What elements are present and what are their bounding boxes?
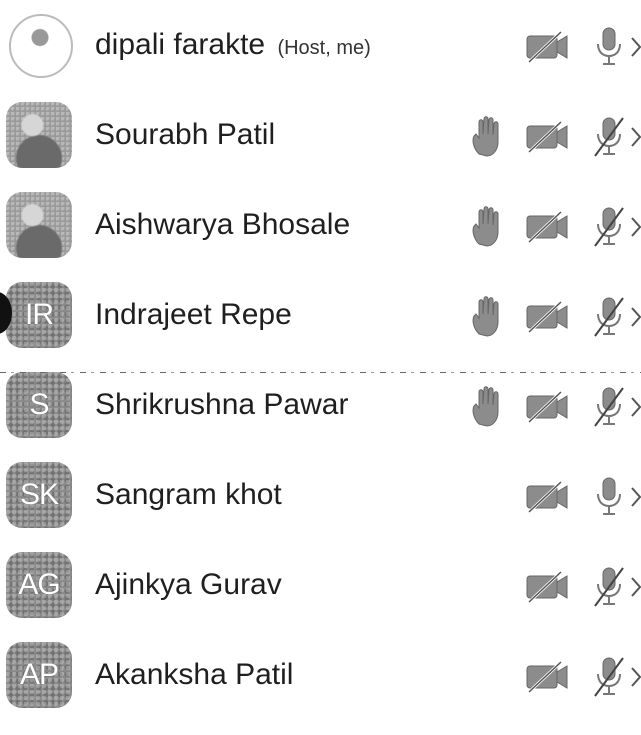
avatar: SK <box>6 462 72 528</box>
participant-name: Sangram khot <box>95 478 282 511</box>
participant-name-wrap: Indrajeet Repe <box>95 298 292 332</box>
avatar: AP <box>6 642 72 708</box>
avatar <box>6 102 72 168</box>
chevron-right-icon[interactable] <box>629 564 641 610</box>
avatar: AG <box>6 552 72 618</box>
video-off-icon[interactable] <box>523 474 573 520</box>
chevron-right-icon[interactable] <box>629 114 641 160</box>
participant-name-wrap: dipali farakte (Host, me) <box>95 28 371 62</box>
avatar-initials: S <box>29 388 49 421</box>
participant-name-wrap: Ajinkya Gurav <box>95 568 282 602</box>
raised-hand-icon <box>467 114 509 160</box>
participant-row[interactable]: Sourabh Patil <box>0 94 641 184</box>
participant-name-wrap: Shrikrushna Pawar <box>95 388 348 422</box>
avatar <box>9 14 73 78</box>
avatar-initials: AP <box>19 658 59 691</box>
mic-off-icon[interactable] <box>591 204 627 250</box>
participant-name: Ajinkya Gurav <box>95 568 282 601</box>
participant-row[interactable]: AG Ajinkya Gurav <box>0 544 641 634</box>
video-off-icon[interactable] <box>523 204 573 250</box>
participants-list: dipali farakte (Host, me) Sourabh Patil Ai… <box>0 0 641 735</box>
participant-name: dipali farakte <box>95 28 266 61</box>
participant-name-wrap: Aishwarya Bhosale <box>95 208 350 242</box>
participant-name: Indrajeet Repe <box>95 298 292 331</box>
divider <box>0 372 641 373</box>
participant-row[interactable]: SK Sangram khot <box>0 454 641 544</box>
avatar-initials: SK <box>19 478 59 511</box>
raised-hand-icon <box>467 384 509 430</box>
chevron-right-icon[interactable] <box>629 384 641 430</box>
participant-name-wrap: Akanksha Patil <box>95 658 293 692</box>
video-off-icon[interactable] <box>523 384 573 430</box>
mic-on-icon[interactable] <box>591 474 627 520</box>
mic-off-icon[interactable] <box>591 294 627 340</box>
host-tag: (Host, me) <box>277 37 371 59</box>
participant-row[interactable]: IR Indrajeet Repe <box>0 274 641 364</box>
participant-row[interactable]: Aishwarya Bhosale <box>0 184 641 274</box>
mic-off-icon[interactable] <box>591 114 627 160</box>
participant-name: Sourabh Patil <box>95 118 276 151</box>
video-off-icon[interactable] <box>523 654 573 700</box>
mic-off-icon[interactable] <box>591 564 627 610</box>
avatar <box>6 192 72 258</box>
avatar-initials: AG <box>18 568 60 601</box>
avatar: S <box>6 372 72 438</box>
avatar-initials: IR <box>25 298 54 331</box>
chevron-right-icon[interactable] <box>629 24 641 70</box>
chevron-right-icon[interactable] <box>629 654 641 700</box>
chevron-right-icon[interactable] <box>629 474 641 520</box>
raised-hand-icon <box>467 294 509 340</box>
participant-name: Aishwarya Bhosale <box>95 208 351 241</box>
video-off-icon[interactable] <box>523 114 573 160</box>
mic-off-icon[interactable] <box>591 384 627 430</box>
chevron-right-icon[interactable] <box>629 294 641 340</box>
participant-name-wrap: Sourabh Patil <box>95 118 275 152</box>
participant-name-wrap: Sangram khot <box>95 478 282 512</box>
participant-row[interactable]: AP Akanksha Patil <box>0 634 641 724</box>
video-off-icon[interactable] <box>523 294 573 340</box>
mic-off-icon[interactable] <box>591 654 627 700</box>
chevron-right-icon[interactable] <box>629 204 641 250</box>
avatar: IR <box>6 282 72 348</box>
participant-row[interactable]: dipali farakte (Host, me) <box>0 4 641 94</box>
participant-name: Shrikrushna Pawar <box>95 388 349 421</box>
participant-name: Akanksha Patil <box>95 658 294 691</box>
raised-hand-icon <box>467 204 509 250</box>
participant-row[interactable]: S Shrikrushna Pawar <box>0 364 641 454</box>
video-off-icon[interactable] <box>523 24 573 70</box>
video-off-icon[interactable] <box>523 564 573 610</box>
mic-on-icon[interactable] <box>591 24 627 70</box>
